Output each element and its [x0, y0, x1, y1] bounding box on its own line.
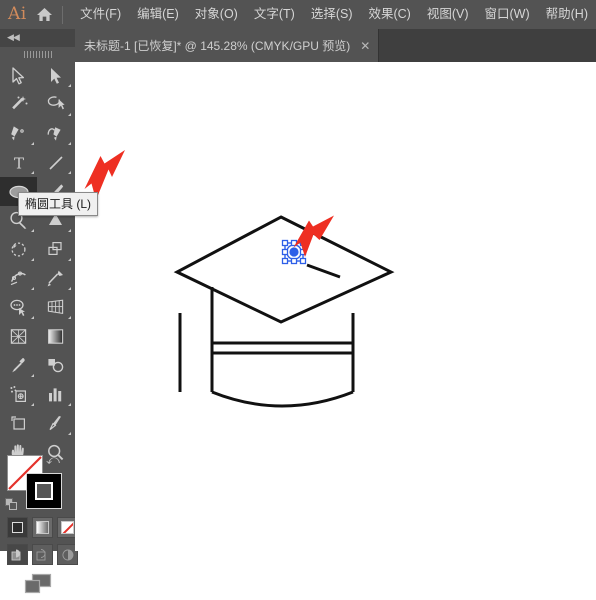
flyout-indicator-icon: [68, 113, 71, 116]
draw-behind-button[interactable]: [32, 544, 53, 565]
tool-eyedropper[interactable]: [0, 351, 37, 380]
drawing-mode-row: [7, 544, 78, 565]
tool-curvature[interactable]: [37, 119, 74, 148]
home-icon[interactable]: [33, 7, 55, 22]
flyout-indicator-icon: [68, 287, 71, 290]
solid-color-icon: [12, 522, 23, 533]
change-screen-mode-button[interactable]: [24, 573, 52, 600]
menu-item-object[interactable]: 对象(O): [187, 0, 246, 29]
tool-shape-builder[interactable]: [0, 293, 37, 322]
close-icon[interactable]: ✕: [360, 40, 370, 52]
tool-mesh[interactable]: [0, 322, 37, 351]
svg-text:T: T: [13, 154, 23, 172]
cap-top-diamond: [173, 215, 395, 324]
draw-normal-button[interactable]: [7, 544, 28, 565]
cap-bottom-curve: [211, 390, 354, 408]
flyout-indicator-icon: [68, 142, 71, 145]
tool-slice[interactable]: [37, 409, 74, 438]
flyout-indicator-icon: [68, 258, 71, 261]
tool-perspective-grid[interactable]: [37, 293, 74, 322]
menu-bar: Ai 文件(F) 编辑(E) 对象(O) 文字(T) 选择(S) 效果(C) 视…: [0, 0, 596, 29]
flyout-indicator-icon: [68, 229, 71, 232]
tool-type[interactable]: T: [0, 148, 37, 177]
stroke-swatch-inner: [35, 482, 53, 500]
tool-gradient[interactable]: [37, 322, 74, 351]
tools-panel: T ⤺: [0, 47, 78, 594]
artboard-canvas[interactable]: [75, 62, 596, 551]
tool-width[interactable]: [0, 264, 37, 293]
color-mode-gradient[interactable]: [32, 517, 53, 538]
menu-item-list: 文件(F) 编辑(E) 对象(O) 文字(T) 选择(S) 效果(C) 视图(V…: [72, 0, 596, 29]
flyout-indicator-icon: [68, 432, 71, 435]
menu-item-help[interactable]: 帮助(H): [538, 0, 596, 29]
flyout-indicator-icon: [31, 287, 34, 290]
tool-artboard[interactable]: [0, 409, 37, 438]
menu-item-window[interactable]: 窗口(W): [477, 0, 538, 29]
tools-panel-drag-handle[interactable]: [0, 47, 75, 61]
tool-selection[interactable]: [0, 61, 37, 90]
gradient-color-icon: [36, 521, 49, 534]
panel-collapse-button[interactable]: ◀◀: [0, 29, 75, 47]
grip-dots-icon: [23, 50, 52, 58]
swap-fill-stroke-icon[interactable]: ⤺: [46, 453, 60, 466]
flyout-indicator-icon: [31, 403, 34, 406]
app-logo: Ai: [8, 4, 27, 24]
tool-column-graph[interactable]: [37, 380, 74, 409]
illustrator-window: Ai 文件(F) 编辑(E) 对象(O) 文字(T) 选择(S) 效果(C) 视…: [0, 0, 596, 594]
flyout-indicator-icon: [68, 316, 71, 319]
graduation-cap-illustration: [173, 215, 395, 408]
tool-line-segment[interactable]: [37, 148, 74, 177]
flyout-indicator-icon: [68, 171, 71, 174]
tool-symbol-sprayer[interactable]: [0, 380, 37, 409]
collapse-arrows-icon: ◀◀: [7, 32, 20, 42]
menu-item-type[interactable]: 文字(T): [246, 0, 303, 29]
stroke-swatch[interactable]: [26, 473, 62, 509]
flyout-indicator-icon: [31, 142, 34, 145]
tool-direct-selection[interactable]: [37, 61, 74, 90]
flyout-indicator-icon: [31, 171, 34, 174]
tool-magic-wand[interactable]: [0, 90, 37, 119]
color-controls: ⤺: [0, 451, 78, 600]
flyout-indicator-icon: [31, 229, 34, 232]
menu-item-select[interactable]: 选择(S): [303, 0, 361, 29]
flyout-indicator-icon: [68, 84, 71, 87]
document-tab-bar: ◀◀ 未标题-1 [已恢复]* @ 145.28% (CMYK/GPU 预览) …: [0, 29, 596, 62]
flyout-indicator-icon: [31, 374, 34, 377]
none-color-icon: [61, 521, 74, 534]
flyout-indicator-icon: [68, 403, 71, 406]
color-mode-solid[interactable]: [7, 517, 28, 538]
tool-scale[interactable]: [37, 235, 74, 264]
tool-free-transform[interactable]: [37, 264, 74, 293]
tool-lasso[interactable]: [37, 90, 74, 119]
default-fill-stroke-icon[interactable]: [5, 498, 18, 511]
menu-item-view[interactable]: 视图(V): [419, 0, 477, 29]
tool-tooltip: 椭圆工具 (L): [18, 192, 99, 216]
color-mode-row: [7, 517, 78, 538]
document-tab[interactable]: 未标题-1 [已恢复]* @ 145.28% (CMYK/GPU 预览) ✕: [75, 29, 380, 62]
document-tab-label: 未标题-1 [已恢复]* @ 145.28% (CMYK/GPU 预览): [84, 39, 351, 53]
menu-item-effect[interactable]: 效果(C): [360, 0, 418, 29]
tool-blend[interactable]: [37, 351, 74, 380]
menu-item-file[interactable]: 文件(F): [72, 0, 129, 29]
menu-item-edit[interactable]: 编辑(E): [129, 0, 187, 29]
flyout-indicator-icon: [31, 258, 34, 261]
tassel-cord: [306, 263, 341, 279]
tool-pen[interactable]: [0, 119, 37, 148]
tool-rotate[interactable]: [0, 235, 37, 264]
menu-separator: [62, 5, 64, 24]
tool-grid: T: [0, 61, 75, 467]
flyout-indicator-icon: [31, 316, 34, 319]
